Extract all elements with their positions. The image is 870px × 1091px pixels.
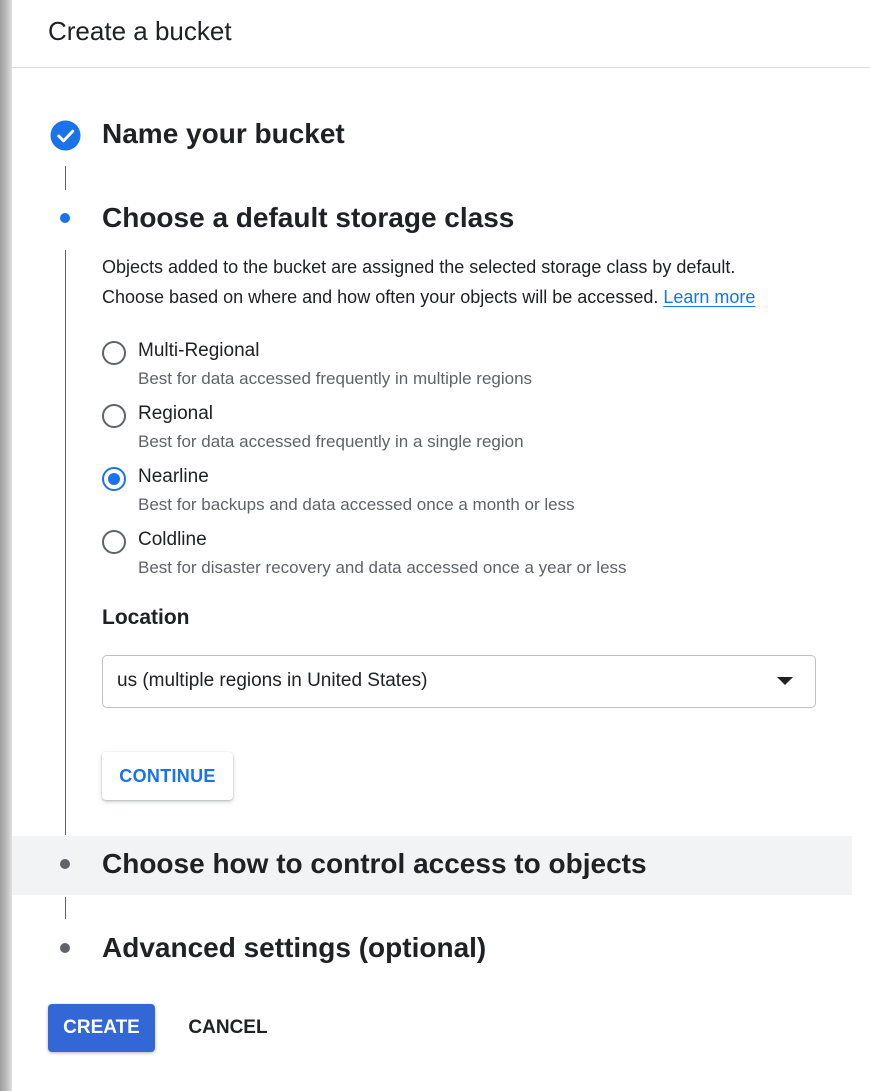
- active-step-dot: [60, 213, 70, 223]
- option-description: Best for disaster recovery and data acce…: [138, 558, 627, 577]
- storage-option-regional[interactable]: Regional Best for data accessed frequent…: [102, 403, 752, 463]
- radio-button[interactable]: [102, 530, 126, 554]
- modal-backdrop-edge: [0, 0, 12, 1091]
- radio-button[interactable]: [102, 404, 126, 428]
- panel-header: Create a bucket: [12, 0, 870, 68]
- step-access-control-title[interactable]: Choose how to control access to objects: [102, 848, 647, 880]
- option-description: Best for backups and data accessed once …: [138, 495, 575, 514]
- learn-more-link[interactable]: Learn more: [663, 287, 755, 307]
- storage-option-multi-regional[interactable]: Multi-Regional Best for data accessed fr…: [102, 340, 752, 400]
- radio-button[interactable]: [102, 341, 126, 365]
- storage-option-nearline[interactable]: Nearline Best for backups and data acces…: [102, 466, 752, 526]
- pending-step-dot: [60, 943, 70, 953]
- radio-selected-dot: [108, 473, 120, 485]
- step-advanced-settings-title[interactable]: Advanced settings (optional): [102, 932, 486, 964]
- description-line: Objects added to the bucket are assigned…: [102, 257, 736, 277]
- step-connector: [65, 897, 66, 919]
- pending-step-dot: [60, 859, 70, 869]
- radio-button-selected[interactable]: [102, 467, 126, 491]
- option-description: Best for data accessed frequently in a s…: [138, 432, 524, 451]
- description-line: Choose based on where and how often your…: [102, 287, 659, 307]
- step-storage-class-title: Choose a default storage class: [102, 202, 515, 233]
- create-button[interactable]: CREATE: [48, 1004, 155, 1052]
- location-select[interactable]: us (multiple regions in United States): [102, 655, 816, 708]
- option-label: Nearline: [138, 466, 209, 487]
- location-selected-value: us (multiple regions in United States): [117, 670, 428, 691]
- check-circle-icon: [50, 120, 81, 151]
- continue-button[interactable]: CONTINUE: [102, 752, 233, 800]
- step-connector: [65, 250, 66, 835]
- dropdown-arrow-icon: [777, 677, 793, 685]
- storage-class-description: Objects added to the bucket are assigned…: [102, 252, 822, 312]
- option-label: Regional: [138, 403, 213, 424]
- storage-option-coldline[interactable]: Coldline Best for disaster recovery and …: [102, 529, 752, 589]
- option-label: Coldline: [138, 529, 207, 550]
- page-title: Create a bucket: [48, 16, 232, 46]
- option-label: Multi-Regional: [138, 340, 260, 361]
- location-label: Location: [102, 606, 190, 629]
- step-name-bucket-title[interactable]: Name your bucket: [102, 118, 345, 150]
- option-description: Best for data accessed frequently in mul…: [138, 369, 533, 388]
- cancel-button[interactable]: CANCEL: [176, 1004, 280, 1052]
- step-connector: [65, 166, 66, 190]
